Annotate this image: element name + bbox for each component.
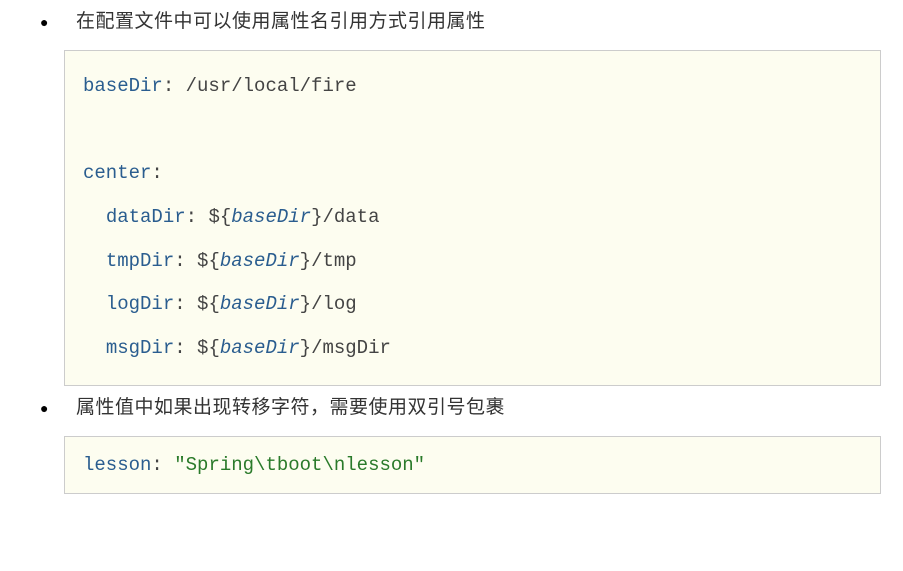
code-token-plain	[83, 206, 106, 228]
code-token-varref: baseDir	[220, 293, 300, 315]
code-token-plain: : ${	[174, 293, 220, 315]
code-token-varref: baseDir	[220, 250, 300, 272]
code-token-string: "Spring\tboot\nlesson"	[174, 454, 425, 476]
code-token-key: msgDir	[106, 337, 174, 359]
code-token-key: logDir	[106, 293, 174, 315]
code-token-plain	[83, 250, 106, 272]
code-token-plain: : ${	[174, 337, 220, 359]
code-block: baseDir: /usr/local/fire center: dataDir…	[64, 50, 881, 386]
code-token-key: baseDir	[83, 75, 163, 97]
code-token-plain: }/msgDir	[300, 337, 391, 359]
code-token-key: center	[83, 162, 151, 184]
code-token-plain	[83, 293, 106, 315]
code-token-key: lesson	[83, 454, 151, 476]
code-token-plain: }/tmp	[300, 250, 357, 272]
code-token-plain: }/data	[311, 206, 379, 228]
code-token-key: dataDir	[106, 206, 186, 228]
code-token-plain: : ${	[186, 206, 232, 228]
code-token-varref: baseDir	[220, 337, 300, 359]
code-token-plain: : /usr/local/fire	[163, 75, 357, 97]
bullet-text: 在配置文件中可以使用属性名引用方式引用属性	[76, 8, 883, 36]
bullet-item: 属性值中如果出现转移字符，需要使用双引号包裹 lesson: "Spring\tb…	[20, 394, 883, 494]
code-token-varref: baseDir	[231, 206, 311, 228]
code-token-plain	[83, 337, 106, 359]
code-token-plain: :	[151, 162, 162, 184]
code-token-key: tmpDir	[106, 250, 174, 272]
code-token-plain: : ${	[174, 250, 220, 272]
code-token-plain: :	[151, 454, 174, 476]
bullet-item: 在配置文件中可以使用属性名引用方式引用属性baseDir: /usr/local…	[20, 8, 883, 386]
bullet-list: 在配置文件中可以使用属性名引用方式引用属性baseDir: /usr/local…	[20, 8, 883, 494]
code-token-plain: }/log	[300, 293, 357, 315]
bullet-text: 属性值中如果出现转移字符，需要使用双引号包裹	[76, 394, 883, 422]
code-block: lesson: "Spring\tboot\nlesson"	[64, 436, 881, 494]
